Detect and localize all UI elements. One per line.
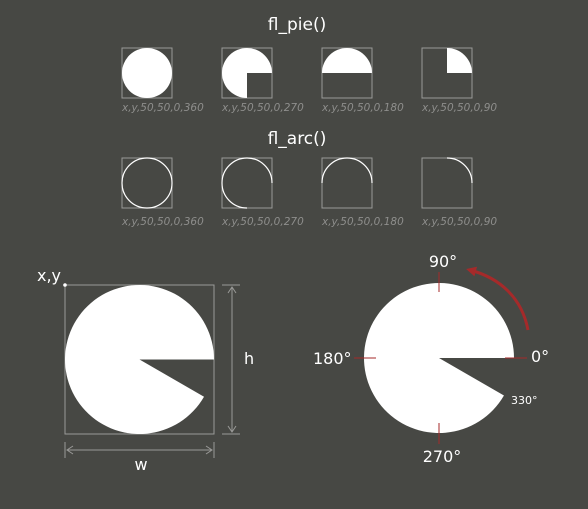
pie-example-90: x,y,50,50,0,90 bbox=[421, 47, 497, 114]
arc-example-360: x,y,50,50,0,360 bbox=[121, 157, 204, 228]
arc-example-180: x,y,50,50,0,180 bbox=[321, 157, 404, 228]
dimension-pie-shape bbox=[65, 285, 214, 435]
label-270-degrees: 270° bbox=[423, 447, 462, 466]
arc-shape-270 bbox=[221, 157, 273, 209]
label-180-degrees: 180° bbox=[313, 349, 352, 368]
pie-caption-90: x,y,50,50,0,90 bbox=[421, 102, 497, 114]
arc-example-270: x,y,50,50,0,270 bbox=[221, 157, 304, 228]
pie-caption-180: x,y,50,50,0,180 bbox=[321, 102, 404, 114]
pie-shape-360 bbox=[121, 47, 172, 99]
angle-pie-shape bbox=[364, 283, 514, 433]
arc-shape-180 bbox=[321, 157, 373, 184]
pie-caption-270: x,y,50,50,0,270 bbox=[221, 102, 304, 114]
arc-example-90: x,y,50,50,0,90 bbox=[421, 157, 497, 228]
origin-point bbox=[63, 283, 67, 287]
arc-shape-360 bbox=[121, 157, 173, 209]
pie-shape-180 bbox=[322, 48, 372, 73]
arc-caption-360: x,y,50,50,0,360 bbox=[121, 216, 204, 228]
width-label: w bbox=[134, 455, 147, 474]
height-label: h bbox=[244, 349, 254, 368]
arc-section-title: fl_arc() bbox=[268, 129, 327, 149]
label-330-degrees: 330° bbox=[511, 394, 538, 407]
pie-example-270: x,y,50,50,0,270 bbox=[221, 47, 304, 114]
label-0-degrees: 0° bbox=[531, 347, 549, 366]
pie-shape-90 bbox=[447, 48, 472, 73]
arc-caption-180: x,y,50,50,0,180 bbox=[321, 216, 404, 228]
label-90-degrees: 90° bbox=[429, 252, 457, 271]
arc-caption-90: x,y,50,50,0,90 bbox=[421, 216, 497, 228]
pie-example-360: x,y,50,50,0,360 bbox=[121, 47, 204, 114]
dimension-diagram: x,y h w bbox=[37, 266, 254, 474]
pie-shape-270 bbox=[222, 48, 272, 98]
origin-label: x,y bbox=[37, 266, 61, 285]
arc-shape-90 bbox=[446, 157, 473, 184]
pie-example-180: x,y,50,50,0,180 bbox=[321, 47, 404, 114]
pie-section-title: fl_pie() bbox=[268, 15, 326, 35]
pie-caption-360: x,y,50,50,0,360 bbox=[121, 102, 204, 114]
arc-caption-270: x,y,50,50,0,270 bbox=[221, 216, 304, 228]
angle-diagram: 0° 90° 180° 270° 330° bbox=[313, 252, 549, 466]
fltk-pie-arc-diagram: fl_pie() x,y,50,50,0,360 x,y,50,50,0,270… bbox=[37, 15, 549, 474]
